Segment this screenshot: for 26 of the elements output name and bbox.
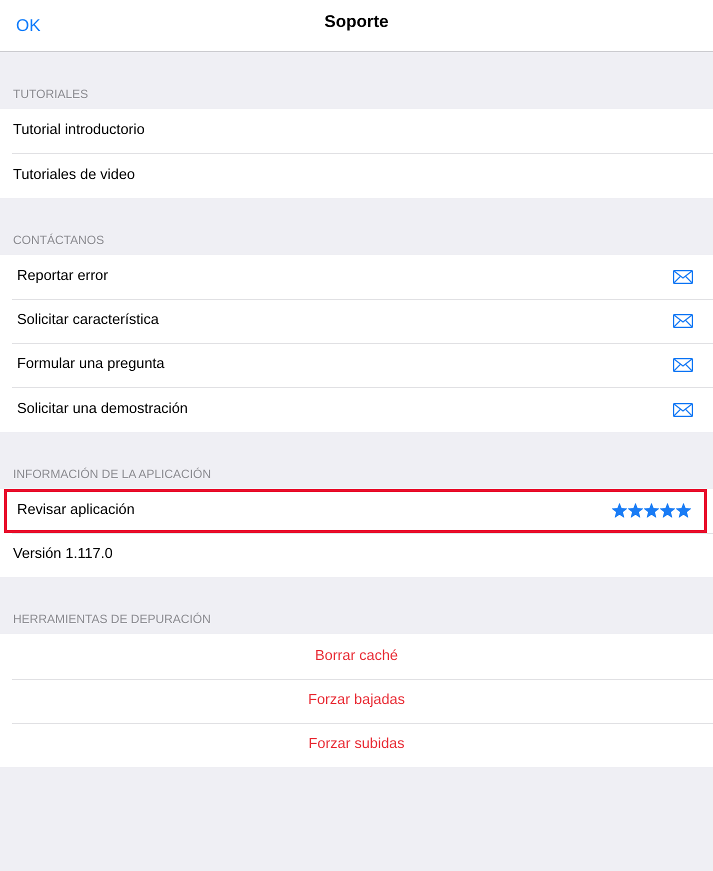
review-app-item[interactable]: Revisar aplicación (0, 488, 713, 534)
contact-item[interactable]: Formular una pregunta (0, 343, 713, 388)
section-header: CONTÁCTANOS (12, 232, 106, 249)
star-icon (612, 503, 627, 518)
section-header: HERRAMIENTAS DE DEPURACIÓN (12, 611, 212, 628)
mail-icon (673, 270, 693, 284)
star-icon (660, 503, 675, 518)
ok-button[interactable]: OK (12, 12, 45, 40)
section-header: TUTORIALES (12, 86, 90, 103)
contact-item[interactable]: Reportar error (0, 254, 713, 299)
menu-item[interactable]: Tutoriales de video (0, 153, 713, 198)
section-header: INFORMACIÓN DE LA APLICACIÓN (12, 466, 212, 483)
debug-action-item[interactable]: Borrar caché (0, 634, 713, 679)
debug-action-item[interactable]: Forzar subidas (0, 722, 713, 768)
star-icon (676, 503, 691, 518)
contact-item[interactable]: Solicitar una demostración (0, 387, 713, 432)
mail-icon (673, 358, 693, 372)
mail-icon (673, 402, 693, 417)
mail-icon (673, 314, 693, 328)
page-title: Soporte (324, 12, 389, 32)
debug-action-item[interactable]: Forzar bajadas (0, 678, 713, 723)
star-icon (628, 503, 643, 518)
contact-item[interactable]: Solicitar característica (0, 298, 713, 344)
version-label: Versión 1.117.0 (0, 533, 713, 578)
star-icon (644, 503, 659, 518)
menu-item[interactable]: Tutorial introductorio (0, 109, 713, 154)
